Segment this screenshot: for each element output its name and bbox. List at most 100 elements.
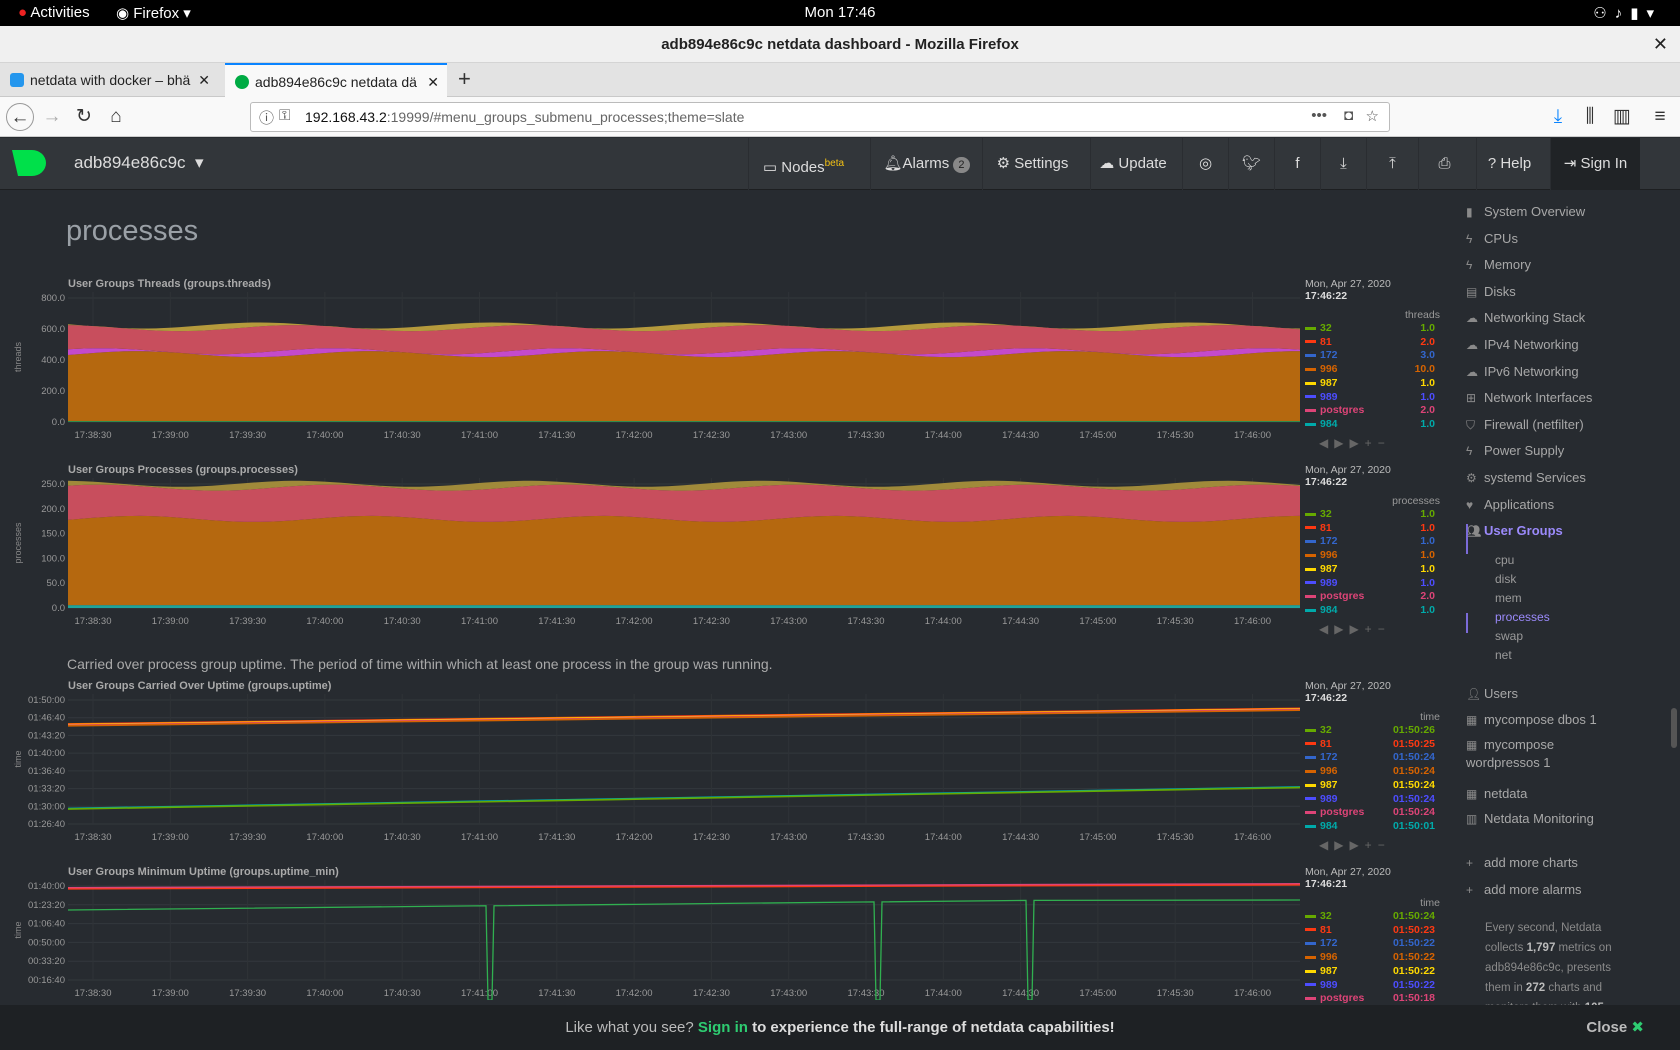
tab-netdata[interactable]: adb894e86c9c netdata dä ✕ <box>225 63 447 97</box>
sidebar-item-disks[interactable]: ▤ Disks <box>1466 284 1516 304</box>
processes-chart[interactable]: User Groups Processes (groups.processes)… <box>0 464 1440 639</box>
legend-row[interactable]: 81 01:50:25 <box>1305 738 1435 752</box>
legend-row[interactable]: 32 01:50:26 <box>1305 724 1435 738</box>
chart-svg[interactable]: processes 250.0 200.0 150.0 100.0 50.0 0.0 17:3… <box>0 476 1420 628</box>
sidebar-item-networking-stack[interactable]: ☁ Networking Stack <box>1466 310 1585 330</box>
legend-row[interactable]: postgres 01:50:24 <box>1305 806 1435 820</box>
sidebar-subitem-swap[interactable]: swap <box>1495 629 1523 643</box>
add-more-alarms-link[interactable]: + add more alarms <box>1466 882 1582 902</box>
chart-toolbox[interactable]: ◀▶▶+− <box>1319 838 1391 852</box>
legend-row[interactable]: 989 01:50:22 <box>1305 979 1435 993</box>
sidebar-item-applications[interactable]: ♥ Applications <box>1466 497 1554 517</box>
info-icon[interactable]: ⓘ <box>259 107 274 128</box>
threads-chart[interactable]: User Groups Threads (groups.threads) thr… <box>0 278 1440 453</box>
sidebar-item-firewall-netfilter[interactable]: ⛉ Firewall (netfilter) <box>1466 417 1584 437</box>
sidebar-item-mycompose-dbos-1[interactable]: ▦ mycompose dbos 1 <box>1466 712 1597 732</box>
chart-svg[interactable]: time 01:50:00 01:46:40 01:43:20 01:40:00 01:3… <box>0 692 1420 844</box>
legend-row[interactable]: 989 1.0 <box>1305 391 1435 405</box>
sidebar-item-mycompose[interactable]: ▦ mycompose <box>1466 737 1554 757</box>
uptime-chart[interactable]: User Groups Carried Over Uptime (groups.… <box>0 680 1440 855</box>
print-button[interactable]: ⎙ <box>1418 138 1470 190</box>
sidebar-item-systemd-services[interactable]: ⚙ systemd Services <box>1466 470 1586 490</box>
sidebar-item-system-overview[interactable]: ▮ System Overview <box>1466 204 1585 224</box>
url-bar[interactable]: ⓘ ⚿ 192.168.43.2:19999/#menu_groups_subm… <box>250 102 1390 132</box>
tab-close-icon[interactable]: ✕ <box>198 63 210 97</box>
banner-sign-in-link[interactable]: Sign in <box>698 1019 748 1036</box>
sidebar-item-netdata-monitoring[interactable]: ▥ Netdata Monitoring <box>1466 811 1594 831</box>
pocket-icon[interactable]: ◘ <box>1344 107 1353 124</box>
update-button[interactable]: ☁ Update <box>1090 138 1175 190</box>
back-button[interactable]: ← <box>6 103 34 131</box>
legend-row[interactable]: 81 2.0 <box>1305 336 1435 350</box>
legend-row[interactable]: 996 10.0 <box>1305 363 1435 377</box>
sidebar-item-memory[interactable]: ϟ Memory <box>1466 257 1531 277</box>
chart-svg[interactable]: time 01:40:00 01:23:20 01:06:40 00:50:00 00:3… <box>0 878 1420 1000</box>
tab-docker[interactable]: netdata with docker – bhä ✕ <box>0 63 218 97</box>
sidebar-item-ipv4-networking[interactable]: ☁ IPv4 Networking <box>1466 337 1579 357</box>
legend-row[interactable]: 987 01:50:24 <box>1305 779 1435 793</box>
activities-button[interactable]: ● Activities <box>18 4 90 21</box>
reload-button[interactable]: ↻ <box>70 103 98 131</box>
chart-toolbox[interactable]: ◀▶▶+− <box>1319 436 1391 450</box>
sidebar-toggle-icon[interactable]: ▥ <box>1608 103 1636 131</box>
legend-row[interactable]: 172 01:50:22 <box>1305 937 1435 951</box>
app-menu[interactable]: ◉ Firefox ▾ <box>116 4 191 22</box>
twitter-button[interactable]: 🐦︎ <box>1228 138 1274 190</box>
sidebar-item-users[interactable]: 👤︎ Users <box>1466 686 1518 706</box>
sidebar-item-netdata[interactable]: ▦ netdata <box>1466 786 1527 806</box>
page-scrollbar[interactable] <box>1668 190 1680 1005</box>
sidebar-item-cpus[interactable]: ϟ CPUs <box>1466 231 1518 251</box>
legend-row[interactable]: 996 01:50:22 <box>1305 951 1435 965</box>
legend-row[interactable]: 987 1.0 <box>1305 563 1435 577</box>
legend-row[interactable]: 172 3.0 <box>1305 349 1435 363</box>
add-more-charts-link[interactable]: + add more charts <box>1466 855 1578 875</box>
legend-row[interactable]: 989 01:50:24 <box>1305 793 1435 807</box>
new-tab-button[interactable]: + <box>458 63 471 95</box>
legend-row[interactable]: 81 01:50:23 <box>1305 924 1435 938</box>
sidebar-item-power-supply[interactable]: ϟ Power Supply <box>1466 443 1564 463</box>
sign-in-button[interactable]: ⇥ Sign In <box>1550 138 1640 190</box>
legend-row[interactable]: 172 1.0 <box>1305 535 1435 549</box>
hostname-menu[interactable]: adb894e86c9c ▾ <box>74 153 204 173</box>
scrollbar-thumb[interactable] <box>1671 708 1677 748</box>
clock[interactable]: Mon 17:46 <box>0 4 1680 21</box>
menu-icon[interactable]: ≡ <box>1646 103 1674 131</box>
window-close-icon[interactable]: ✕ <box>1653 26 1668 63</box>
library-icon[interactable]: ⫼ <box>1576 103 1604 131</box>
legend-row[interactable]: postgres 2.0 <box>1305 404 1435 418</box>
home-button[interactable]: ⌂ <box>102 103 130 131</box>
sidebar-subitem-mem[interactable]: mem <box>1495 591 1522 605</box>
legend-row[interactable]: 984 01:50:01 <box>1305 820 1435 834</box>
sidebar-subitem-processes[interactable]: processes <box>1495 610 1550 624</box>
legend-row[interactable]: 172 01:50:24 <box>1305 751 1435 765</box>
legend-row[interactable]: 984 1.0 <box>1305 604 1435 618</box>
chart-svg[interactable]: threads 800.0 600.0 400.0 200.0 0.0 17:38:30 17… <box>0 290 1420 442</box>
legend-row[interactable]: 987 1.0 <box>1305 377 1435 391</box>
tab-close-icon[interactable]: ✕ <box>427 65 439 97</box>
system-tray[interactable]: ⚇♪▮▾ <box>1593 4 1662 22</box>
legend-row[interactable]: 32 1.0 <box>1305 322 1435 336</box>
uptime-min-chart[interactable]: User Groups Minimum Uptime (groups.uptim… <box>0 866 1440 1006</box>
insecure-lock-icon[interactable]: ⚿ <box>279 107 290 124</box>
bookmark-star-icon[interactable]: ☆ <box>1366 107 1379 125</box>
legend-row[interactable]: 987 01:50:22 <box>1305 965 1435 979</box>
alarms-button[interactable]: 🔔︎Alarms 2 <box>870 138 982 190</box>
legend-row[interactable]: 989 1.0 <box>1305 577 1435 591</box>
export-button[interactable]: ⤒ <box>1366 138 1418 190</box>
sidebar-item-continuation[interactable]: wordpressos 1 <box>1466 755 1551 775</box>
sidebar-subitem-cpu[interactable]: cpu <box>1495 553 1514 567</box>
import-button[interactable]: ⤓ <box>1320 138 1366 190</box>
sidebar-item-ipv6-networking[interactable]: ☁ IPv6 Networking <box>1466 364 1579 384</box>
legend-row[interactable]: 996 01:50:24 <box>1305 765 1435 779</box>
netdata-logo-icon[interactable] <box>10 148 46 178</box>
nodes-button[interactable]: ▭ Nodesbeta <box>748 138 858 190</box>
forward-button[interactable]: → <box>38 103 66 131</box>
sidebar-subitem-net[interactable]: net <box>1495 648 1512 662</box>
github-button[interactable]: ◎ <box>1182 138 1228 190</box>
settings-button[interactable]: ⚙ Settings <box>982 138 1082 190</box>
help-button[interactable]: ? Help <box>1476 138 1542 190</box>
sidebar-item-user-groups[interactable]: 👥︎ User Groups <box>1466 523 1563 543</box>
url-text[interactable]: 192.168.43.2:19999/#menu_groups_submenu_… <box>305 109 744 125</box>
legend-row[interactable]: 32 1.0 <box>1305 508 1435 522</box>
page-actions-icon[interactable]: ••• <box>1311 107 1327 124</box>
